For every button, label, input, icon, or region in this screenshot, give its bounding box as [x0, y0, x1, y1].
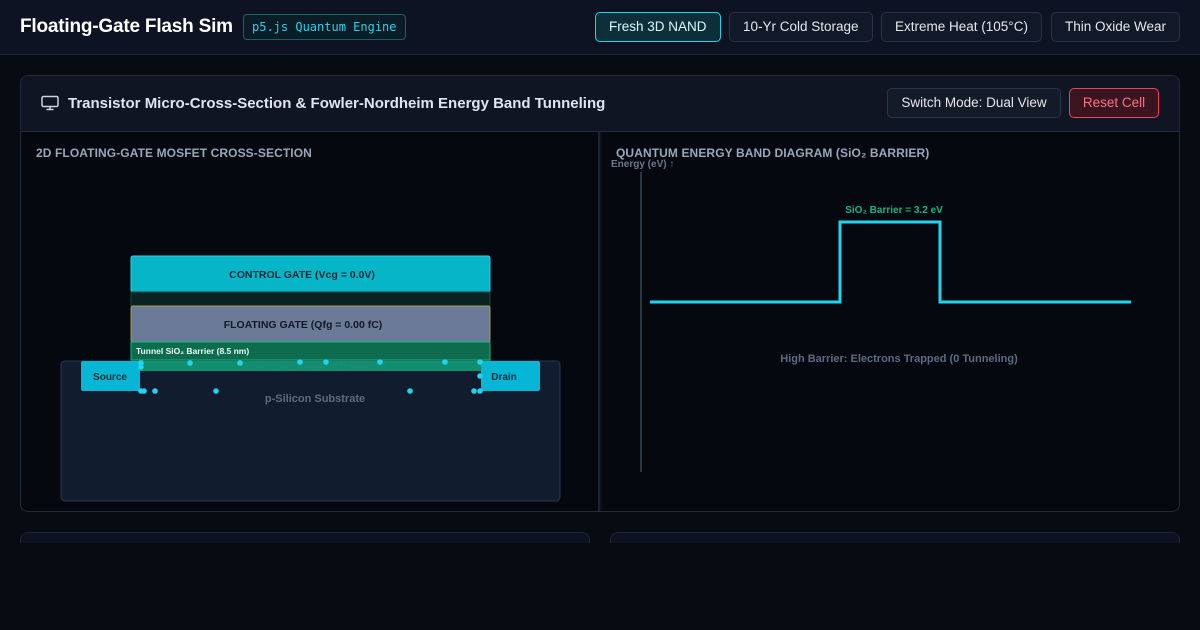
page-footer-fade: [0, 543, 1200, 630]
reset-cell-button[interactable]: Reset Cell: [1069, 88, 1159, 118]
interpoly-dielectric: [130, 291, 491, 307]
channel-label: Conducting Channel (LOGIC 1): [239, 361, 386, 372]
band-diagram-view[interactable]: QUANTUM ENERGY BAND DIAGRAM (SiO₂ BARRIE…: [602, 132, 1179, 511]
app-title: Floating-Gate Flash Sim: [20, 16, 233, 37]
panel-header: Transistor Micro-Cross-Section & Fowler-…: [21, 76, 1179, 132]
preset-extreme-heat-button[interactable]: Extreme Heat (105°C): [881, 12, 1042, 42]
floating-gate-label: FLOATING GATE (Qfg = 0.00 fC): [224, 319, 383, 331]
simulation-panel: Transistor Micro-Cross-Section & Fowler-…: [20, 75, 1180, 512]
preset-thin-oxide-wear-button[interactable]: Thin Oxide Wear: [1051, 12, 1181, 42]
band-diagram-canvas: Energy (eV) ↑ SiO₂ Barrier = 3.2 eV High…: [611, 159, 1131, 472]
conduction-band-line: [650, 220, 1131, 304]
top-bar: Floating-Gate Flash Sim p5.js Quantum En…: [0, 0, 1200, 55]
energy-axis-label: Energy (eV) ↑: [611, 159, 674, 170]
switch-mode-button[interactable]: Switch Mode: Dual View: [887, 88, 1061, 118]
source-label: Source: [93, 372, 127, 383]
engine-badge: p5.js Quantum Engine: [243, 14, 406, 40]
tunnel-oxide-label: Tunnel SiO₂ Barrier (8.5 nm): [136, 346, 249, 356]
cross-section-canvas: p-Silicon Substrate CONTROL GATE (Vcg = …: [60, 255, 561, 502]
control-gate-label: CONTROL GATE (Vcg = 0.0V): [229, 269, 375, 281]
drain-label: Drain: [491, 372, 517, 383]
monitor-icon: [41, 95, 59, 111]
tunneling-status: High Barrier: Electrons Trapped (0 Tunne…: [780, 353, 1018, 365]
preset-fresh-3d-nand-button[interactable]: Fresh 3D NAND: [595, 12, 721, 42]
preset-10yr-cold-storage-button[interactable]: 10-Yr Cold Storage: [729, 12, 873, 42]
cross-section-view[interactable]: 2D FLOATING-GATE MOSFET CROSS-SECTION p-…: [21, 132, 600, 511]
substrate-label: p-Silicon Substrate: [265, 393, 365, 405]
barrier-label: SiO₂ Barrier = 3.2 eV: [845, 205, 943, 216]
panel-title: Transistor Micro-Cross-Section & Fowler-…: [68, 95, 606, 112]
